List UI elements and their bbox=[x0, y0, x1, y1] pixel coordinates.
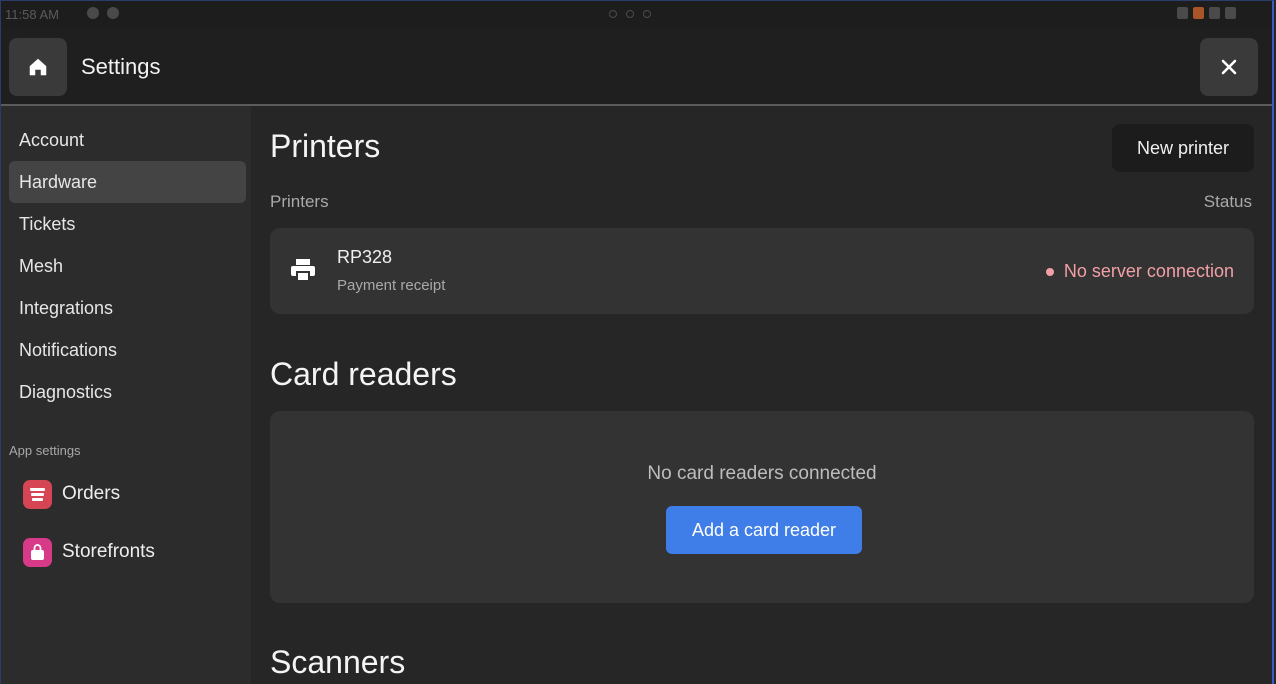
status-dot-icon bbox=[1045, 267, 1054, 276]
printer-row[interactable]: RP328 Payment receipt No server connecti… bbox=[270, 228, 1254, 314]
sidebar-app-orders[interactable]: Orders bbox=[23, 478, 120, 510]
dot-icon bbox=[609, 10, 617, 18]
status-left-icons bbox=[87, 7, 119, 19]
status-column-header: Status bbox=[1203, 192, 1252, 211]
sidebar-item-label: Diagnostics bbox=[19, 381, 113, 402]
printer-status-text: No server connection bbox=[1063, 261, 1234, 281]
wifi-icon bbox=[1209, 7, 1220, 19]
sync-icon bbox=[107, 7, 119, 19]
sidebar-app-label: Storefronts bbox=[62, 541, 155, 562]
printer-type: Payment receipt bbox=[337, 277, 446, 294]
sidebar-item-integrations[interactable]: Integrations bbox=[9, 287, 246, 329]
sidebar-item-notifications[interactable]: Notifications bbox=[9, 329, 246, 371]
hardware-main: Printers New printer Printers Status RP3… bbox=[251, 106, 1272, 684]
sidebar-app-label: Orders bbox=[62, 483, 121, 504]
page-title: Settings bbox=[81, 54, 161, 79]
scanners-heading: Scanners bbox=[270, 644, 406, 680]
status-right-icons bbox=[1177, 7, 1236, 19]
cast-icon bbox=[1193, 7, 1204, 19]
sidebar-item-label: Integrations bbox=[19, 297, 114, 318]
window-dots[interactable] bbox=[609, 10, 651, 18]
sidebar-item-label: Notifications bbox=[19, 339, 118, 360]
dot-icon bbox=[643, 10, 651, 18]
sidebar-item-tickets[interactable]: Tickets bbox=[9, 203, 246, 245]
app-settings-heading: App settings bbox=[9, 443, 81, 458]
card-readers-panel: No card readers connected Add a card rea… bbox=[270, 411, 1254, 603]
sidebar-item-label: Tickets bbox=[19, 213, 76, 234]
printers-column-header: Printers bbox=[270, 192, 329, 211]
sidebar-item-account[interactable]: Account bbox=[9, 119, 246, 161]
app-window: 11:58 AM Settings Account Hardware Ticke… bbox=[0, 0, 1274, 684]
printers-heading: Printers bbox=[270, 128, 381, 164]
sidebar-item-label: Mesh bbox=[19, 255, 64, 276]
settings-sidebar: Account Hardware Tickets Mesh Integratio… bbox=[1, 106, 251, 684]
storefronts-icon bbox=[23, 537, 52, 567]
dot-icon bbox=[626, 10, 634, 18]
sidebar-app-storefronts[interactable]: Storefronts bbox=[23, 536, 155, 568]
printer-icon bbox=[291, 259, 315, 282]
add-card-reader-button[interactable]: Add a card reader bbox=[666, 506, 862, 554]
sidebar-item-label: Hardware bbox=[19, 171, 98, 192]
sidebar-item-label: Account bbox=[19, 129, 85, 150]
home-icon bbox=[29, 58, 47, 76]
printer-status: No server connection bbox=[1045, 261, 1234, 282]
status-bar: 11:58 AM bbox=[1, 1, 1272, 29]
close-button[interactable] bbox=[1200, 38, 1258, 96]
battery-icon bbox=[1225, 7, 1236, 19]
orders-icon bbox=[23, 479, 52, 509]
new-printer-button[interactable]: New printer bbox=[1112, 124, 1254, 172]
notification-icon bbox=[87, 7, 99, 19]
printer-name: RP328 bbox=[337, 247, 393, 267]
card-readers-empty-text: No card readers connected bbox=[647, 463, 877, 484]
sidebar-item-hardware[interactable]: Hardware bbox=[9, 161, 246, 203]
home-button[interactable] bbox=[9, 38, 67, 96]
close-icon bbox=[1221, 59, 1237, 75]
alarm-icon bbox=[1177, 7, 1188, 19]
sidebar-item-mesh[interactable]: Mesh bbox=[9, 245, 246, 287]
status-time: 11:58 AM bbox=[5, 7, 59, 22]
sidebar-item-diagnostics[interactable]: Diagnostics bbox=[9, 371, 246, 413]
card-readers-heading: Card readers bbox=[270, 356, 457, 392]
settings-header: Settings bbox=[1, 29, 1272, 106]
